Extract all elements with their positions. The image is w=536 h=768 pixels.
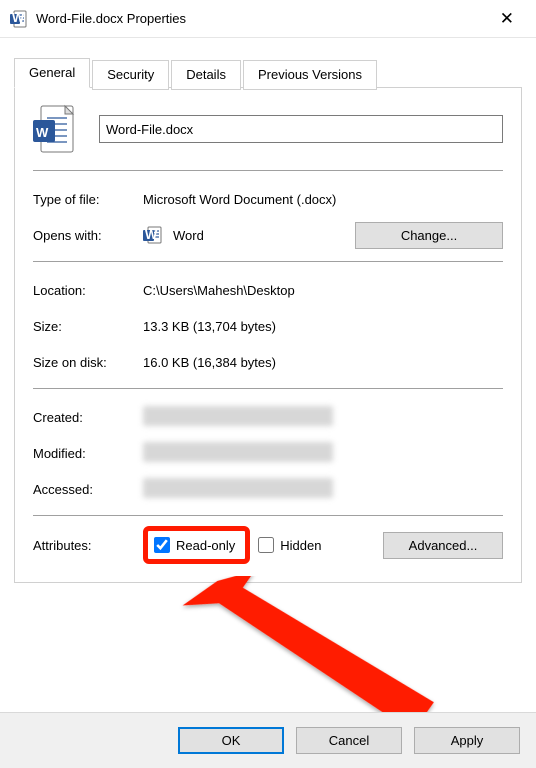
separator [33, 170, 503, 171]
window-title: Word-File.docx Properties [36, 11, 490, 26]
opens-with-value: Word [173, 228, 204, 243]
filename-input[interactable] [99, 115, 503, 143]
cancel-button[interactable]: Cancel [296, 727, 402, 754]
size-value: 13.3 KB (13,704 bytes) [143, 319, 503, 334]
hidden-checkbox-wrap[interactable]: Hidden [258, 537, 321, 553]
hidden-label: Hidden [280, 538, 321, 553]
dialog-action-bar: OK Cancel Apply [0, 712, 536, 768]
annotation-highlight-box: Read-only [143, 526, 250, 564]
file-type-icon: W [33, 104, 73, 154]
word-app-icon: W [10, 10, 28, 28]
size-on-disk-value: 16.0 KB (16,384 bytes) [143, 355, 503, 370]
size-on-disk-label: Size on disk: [33, 355, 143, 370]
size-label: Size: [33, 319, 143, 334]
opens-with-label: Opens with: [33, 228, 143, 243]
modified-value-redacted [143, 442, 333, 462]
svg-text:W: W [36, 125, 49, 140]
svg-text:W: W [12, 10, 25, 25]
hidden-checkbox[interactable] [258, 537, 274, 553]
read-only-checkbox[interactable] [154, 537, 170, 553]
apply-button[interactable]: Apply [414, 727, 520, 754]
tab-details[interactable]: Details [171, 60, 241, 90]
separator [33, 261, 503, 262]
separator [33, 515, 503, 516]
created-label: Created: [33, 410, 143, 425]
word-program-icon: W [143, 225, 163, 245]
change-button[interactable]: Change... [355, 222, 503, 249]
created-value-redacted [143, 406, 333, 426]
tab-previous-versions[interactable]: Previous Versions [243, 60, 377, 90]
location-label: Location: [33, 283, 143, 298]
separator [33, 388, 503, 389]
accessed-label: Accessed: [33, 482, 143, 497]
read-only-checkbox-wrap[interactable]: Read-only [154, 537, 235, 553]
type-of-file-value: Microsoft Word Document (.docx) [143, 192, 503, 207]
modified-label: Modified: [33, 446, 143, 461]
attributes-label: Attributes: [33, 538, 143, 553]
advanced-button[interactable]: Advanced... [383, 532, 503, 559]
tab-strip: General Security Details Previous Versio… [14, 58, 522, 88]
svg-text:W: W [145, 227, 158, 242]
location-value: C:\Users\Mahesh\Desktop [143, 283, 503, 298]
accessed-value-redacted [143, 478, 333, 498]
close-button[interactable]: ✕ [490, 4, 524, 33]
tab-security[interactable]: Security [92, 60, 169, 90]
tab-general[interactable]: General [14, 58, 90, 88]
type-of-file-label: Type of file: [33, 192, 143, 207]
general-panel: W Type of file: Microsoft Word Document … [14, 88, 522, 583]
ok-button[interactable]: OK [178, 727, 284, 754]
read-only-label: Read-only [176, 538, 235, 553]
titlebar: W Word-File.docx Properties ✕ [0, 0, 536, 38]
